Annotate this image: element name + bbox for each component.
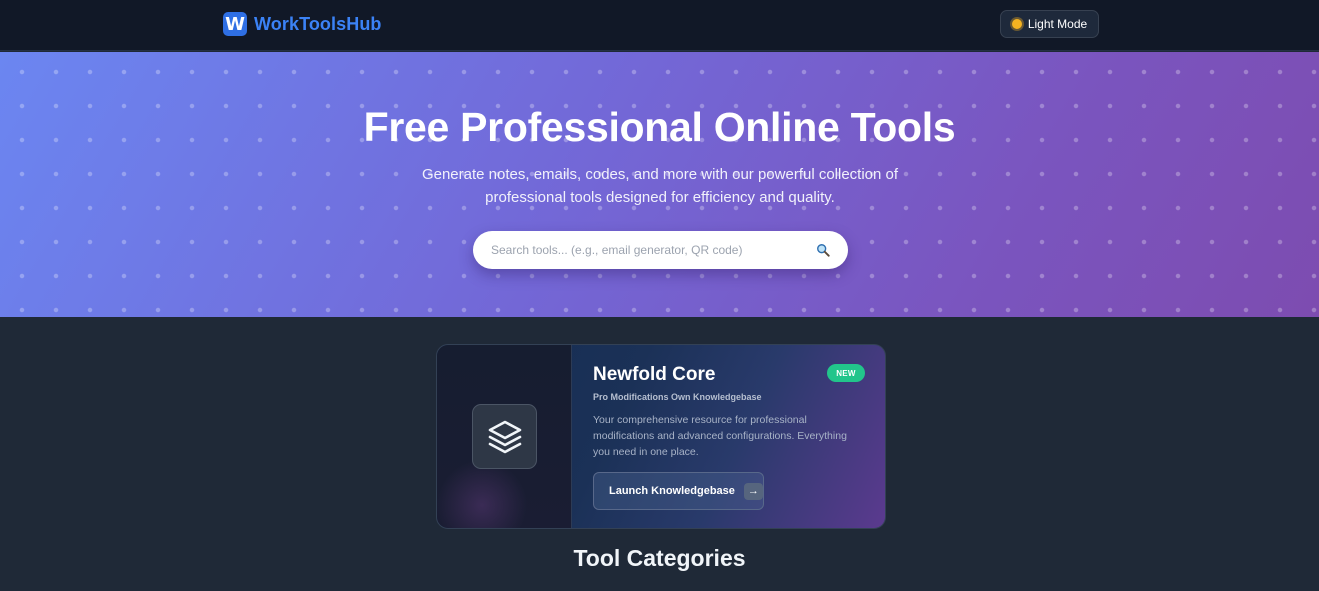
sun-icon bbox=[1011, 19, 1022, 29]
arrow-right-icon: → bbox=[743, 482, 763, 500]
featured-tool-subtitle: Pro Modifications Own Knowledgebase bbox=[593, 392, 762, 402]
magnifier-icon[interactable] bbox=[816, 243, 830, 257]
launch-knowledgebase-button[interactable]: Launch Knowledgebase → bbox=[593, 472, 764, 510]
light-mode-toggle[interactable]: Light Mode bbox=[1000, 10, 1099, 38]
featured-tool-title: Newfold Core bbox=[593, 364, 716, 385]
search-input[interactable] bbox=[491, 243, 816, 257]
new-badge: NEW bbox=[827, 364, 865, 382]
site-logo[interactable]: W WorkToolsHub bbox=[223, 12, 382, 36]
site-name: WorkToolsHub bbox=[254, 13, 382, 34]
featured-tool-description: Your comprehensive resource for professi… bbox=[593, 414, 847, 458]
hero-banner: Free Professional Online Tools Generate … bbox=[0, 52, 1319, 317]
hero-subtitle: Generate notes, emails, codes, and more … bbox=[421, 166, 899, 206]
featured-tool-card: Newfold Core NEW Pro Modifications Own K… bbox=[436, 344, 886, 529]
tool-categories-heading: Tool Categories bbox=[573, 545, 746, 571]
launch-button-label: Launch Knowledgebase bbox=[609, 485, 735, 497]
search-bar bbox=[473, 231, 848, 269]
card-icon-panel bbox=[437, 345, 572, 528]
w-logo-icon: W bbox=[223, 12, 247, 36]
light-mode-label: Light Mode bbox=[1027, 17, 1088, 31]
hero-title: Free Professional Online Tools bbox=[363, 104, 956, 150]
layers-icon bbox=[472, 404, 537, 469]
top-navbar: W WorkToolsHub Light Mode bbox=[0, 0, 1319, 51]
